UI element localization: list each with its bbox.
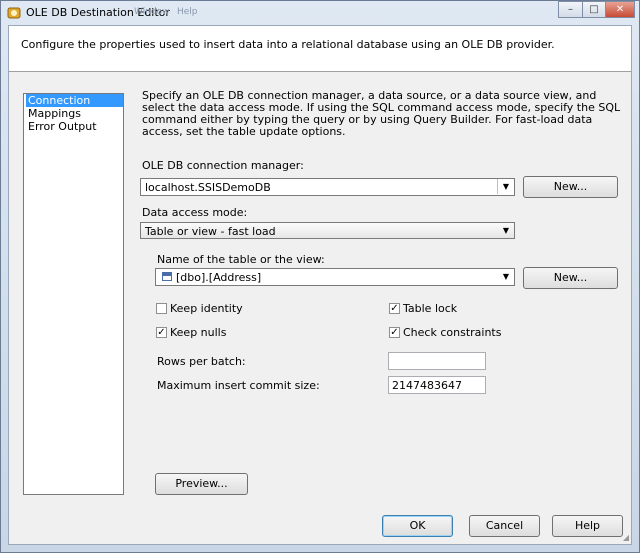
checkmark-icon: ✓ bbox=[390, 327, 399, 338]
header-panel: Configure the properties used to insert … bbox=[9, 26, 631, 72]
data-access-mode-dropdown[interactable]: Table or view - fast load ▼ bbox=[140, 222, 515, 239]
table-name-dropdown[interactable]: [dbo].[Address] ▼ bbox=[155, 268, 515, 286]
dialog-window: OLE DB Destination Editor Window Help – … bbox=[0, 0, 640, 553]
header-description: Configure the properties used to insert … bbox=[21, 38, 555, 51]
keep-nulls-checkbox[interactable]: ✓ bbox=[156, 327, 167, 338]
nav-item-error-output[interactable]: Error Output bbox=[26, 120, 99, 133]
new-connection-button[interactable]: New... bbox=[523, 176, 618, 198]
table-icon bbox=[162, 272, 172, 281]
preview-button[interactable]: Preview... bbox=[155, 473, 248, 495]
checkmark-icon: ✓ bbox=[157, 327, 166, 338]
keep-nulls-label: Keep nulls bbox=[170, 326, 227, 339]
maximize-icon: □ bbox=[589, 4, 599, 15]
ghost-menu-help: Help bbox=[177, 7, 198, 17]
nav-item-mappings[interactable]: Mappings bbox=[26, 107, 83, 120]
checkmark-icon: ✓ bbox=[390, 303, 399, 314]
dialog-client-area: Configure the properties used to insert … bbox=[8, 25, 632, 545]
max-commit-size-label: Maximum insert commit size: bbox=[157, 379, 320, 392]
resize-grip-icon[interactable]: ◢ bbox=[623, 533, 629, 542]
table-name-label: Name of the table or the view: bbox=[157, 253, 325, 266]
new-table-button[interactable]: New... bbox=[523, 267, 618, 289]
rows-per-batch-label: Rows per batch: bbox=[157, 355, 246, 368]
table-name-value: [dbo].[Address] bbox=[176, 271, 262, 284]
ok-button[interactable]: OK bbox=[382, 515, 453, 537]
cancel-button[interactable]: Cancel bbox=[469, 515, 540, 537]
close-icon: ✕ bbox=[615, 4, 625, 15]
max-commit-size-input[interactable]: 2147483647 bbox=[388, 376, 486, 394]
connection-manager-dropdown[interactable]: localhost.SSISDemoDB ▼ bbox=[140, 178, 515, 196]
navigation-list[interactable]: Connection Manager Mappings Error Output bbox=[23, 93, 124, 495]
page-description: Specify an OLE DB connection manager, a … bbox=[142, 89, 621, 138]
title-bar[interactable]: OLE DB Destination Editor Window Help – … bbox=[1, 1, 639, 25]
chevron-down-icon: ▼ bbox=[502, 226, 510, 235]
ghost-menu-window: Window bbox=[134, 7, 170, 17]
maximize-button[interactable]: □ bbox=[582, 1, 606, 18]
minimize-icon: – bbox=[568, 4, 573, 15]
check-constraints-label: Check constraints bbox=[403, 326, 502, 339]
rows-per-batch-input[interactable] bbox=[388, 352, 486, 370]
table-lock-checkbox[interactable]: ✓ bbox=[389, 303, 400, 314]
keep-identity-label: Keep identity bbox=[170, 302, 243, 315]
nav-item-connection-manager[interactable]: Connection Manager bbox=[26, 94, 123, 120]
close-button[interactable]: ✕ bbox=[605, 1, 635, 18]
data-access-mode-value: Table or view - fast load bbox=[145, 225, 276, 238]
connection-manager-label: OLE DB connection manager: bbox=[142, 159, 304, 172]
table-lock-label: Table lock bbox=[403, 302, 458, 315]
chevron-down-icon: ▼ bbox=[497, 179, 514, 194]
chevron-down-icon: ▼ bbox=[502, 272, 510, 281]
check-constraints-checkbox[interactable]: ✓ bbox=[389, 327, 400, 338]
minimize-button[interactable]: – bbox=[558, 1, 583, 18]
connection-manager-value: localhost.SSISDemoDB bbox=[145, 181, 271, 194]
data-access-mode-label: Data access mode: bbox=[142, 206, 248, 219]
help-button[interactable]: Help bbox=[552, 515, 623, 537]
keep-identity-checkbox[interactable] bbox=[156, 303, 167, 314]
ssis-app-icon bbox=[7, 7, 21, 19]
